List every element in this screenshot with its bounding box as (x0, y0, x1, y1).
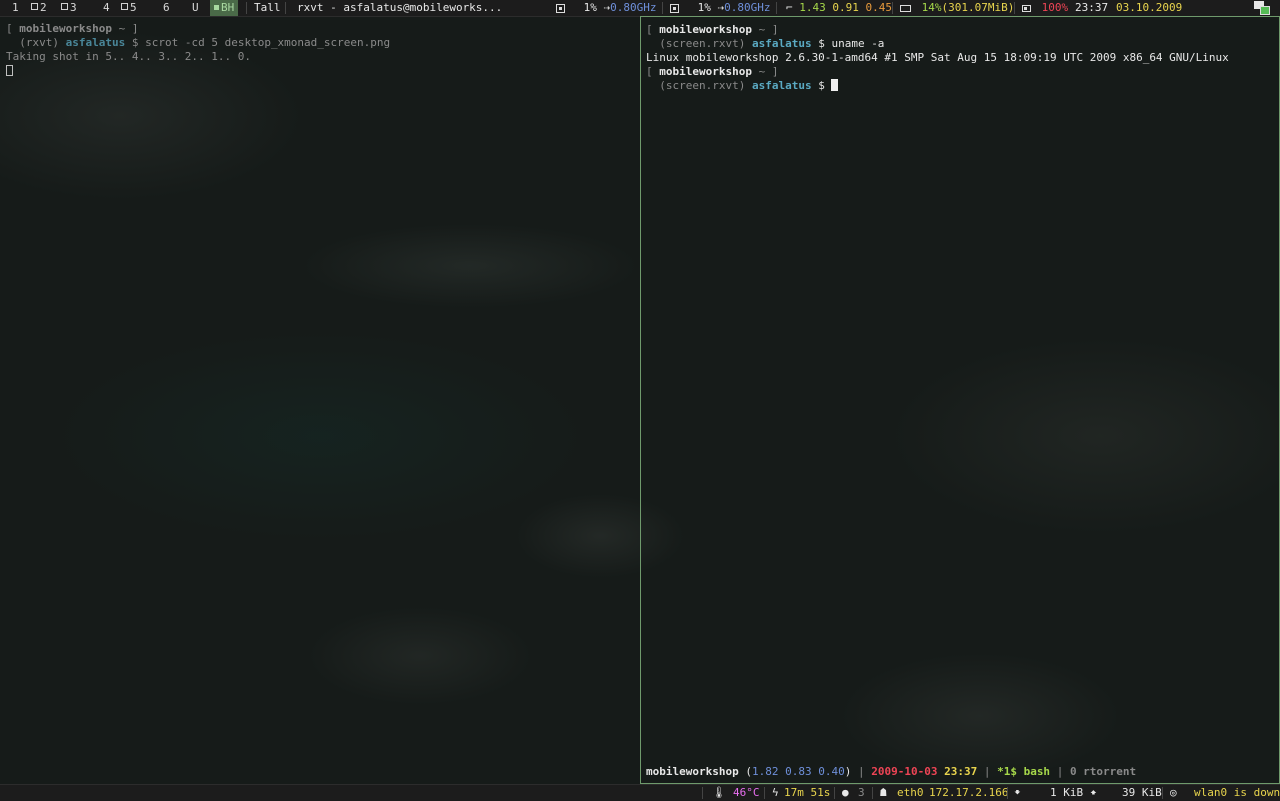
workspace-6[interactable]: 6 (163, 0, 170, 16)
prompt-line: [ mobileworkshop ~ ] (6, 22, 139, 35)
cpu2-widget: 1% ⇢0.80GHz (670, 0, 770, 16)
upload-rate: 39 KiB (1122, 786, 1162, 799)
top-status-bar: 1 2 3 4 5 6 U BH Tall rxvt - asfalatus@m… (0, 0, 1280, 17)
wlan-status: wlan0 is down (1194, 786, 1280, 799)
windows-icon (31, 3, 38, 10)
prompt-line: [ mobileworkshop ~ ] (646, 23, 779, 36)
download-arrow-icon: 🠻 (1014, 786, 1021, 799)
workspace-u[interactable]: U (192, 0, 199, 16)
network-interface: eth0 (897, 786, 924, 799)
window-title: rxvt - asfalatus@mobileworks... (297, 1, 503, 14)
command-output: Taking shot in 5.. 4.. 3.. 2.. 1.. 0. (6, 50, 252, 63)
command-line: (rxvt) asfalatus $ scrot -cd 5 desktop_x… (19, 36, 391, 49)
layout-name[interactable]: Tall (254, 0, 281, 16)
terminal-cursor (831, 79, 839, 91)
users-icon: ● (842, 786, 849, 799)
cpu-icon (670, 3, 679, 13)
active-window-icon (214, 5, 219, 10)
bottom-status-bar: 🌡 46°C ϟ 17m 51s ● 3 ☗ eth0 172.17.2.166… (0, 784, 1280, 801)
tray-icon[interactable] (1260, 6, 1270, 15)
screen-status-line: mobileworkshop (1.82 0.83 0.40) | 2009-1… (646, 765, 1137, 778)
thermometer-icon: 🌡 (712, 786, 726, 799)
network-icon: ☗ (880, 786, 887, 799)
download-rate: 1 KiB (1050, 786, 1084, 799)
workspace-3[interactable]: 3 (61, 0, 77, 16)
load-icon: ⌐ (786, 1, 793, 14)
ip-address: 172.17.2.166 (929, 786, 1009, 799)
workspace-5[interactable]: 5 (121, 0, 137, 16)
clock-date: 03.10.2009 (1116, 1, 1183, 14)
battery-widget: 100% (1022, 0, 1068, 16)
memory-widget: 14%(301.07MiB) (900, 0, 1014, 16)
uptime: 17m 51s (784, 786, 831, 799)
terminal-right-focused[interactable]: [ mobileworkshop ~ ] (screen.rxvt) asfal… (640, 16, 1280, 784)
workspace-1[interactable]: 1 (12, 0, 19, 16)
cpu-icon (556, 3, 565, 13)
terminal-cursor (6, 64, 13, 78)
command-output: Linux mobileworkshop 2.6.30-1-amd64 #1 S… (646, 51, 1229, 64)
windows-icon (61, 3, 68, 10)
workspace-4[interactable]: 4 (103, 0, 110, 16)
battery-icon (1022, 4, 1031, 12)
cpu1-widget: 1% ⇢0.80GHz (556, 0, 656, 16)
workspace-current[interactable]: BH (210, 0, 239, 16)
terminal-left[interactable]: [ mobileworkshop ~ ] (rxvt) asfalatus $ … (0, 16, 640, 784)
clock-time: 23:37 (1075, 1, 1109, 14)
windows-icon (121, 3, 128, 10)
active-prompt: (screen.rxvt) asfalatus $ (646, 79, 839, 93)
temperature: 46°C (733, 786, 760, 799)
command-line: (screen.rxvt) asfalatus $ uname -a (659, 37, 885, 50)
uptime-icon: ϟ (772, 786, 779, 799)
upload-arrow-icon: 🠹 (1090, 786, 1097, 799)
user-count: 3 (858, 786, 865, 799)
workspace-2[interactable]: 2 (31, 0, 47, 16)
wireless-icon: ◎ (1170, 786, 1177, 799)
load-widget: ⌐ 1.43 0.91 0.45 (786, 1, 892, 14)
prompt-line: [ mobileworkshop ~ ] (646, 65, 779, 78)
memory-icon (900, 4, 911, 12)
